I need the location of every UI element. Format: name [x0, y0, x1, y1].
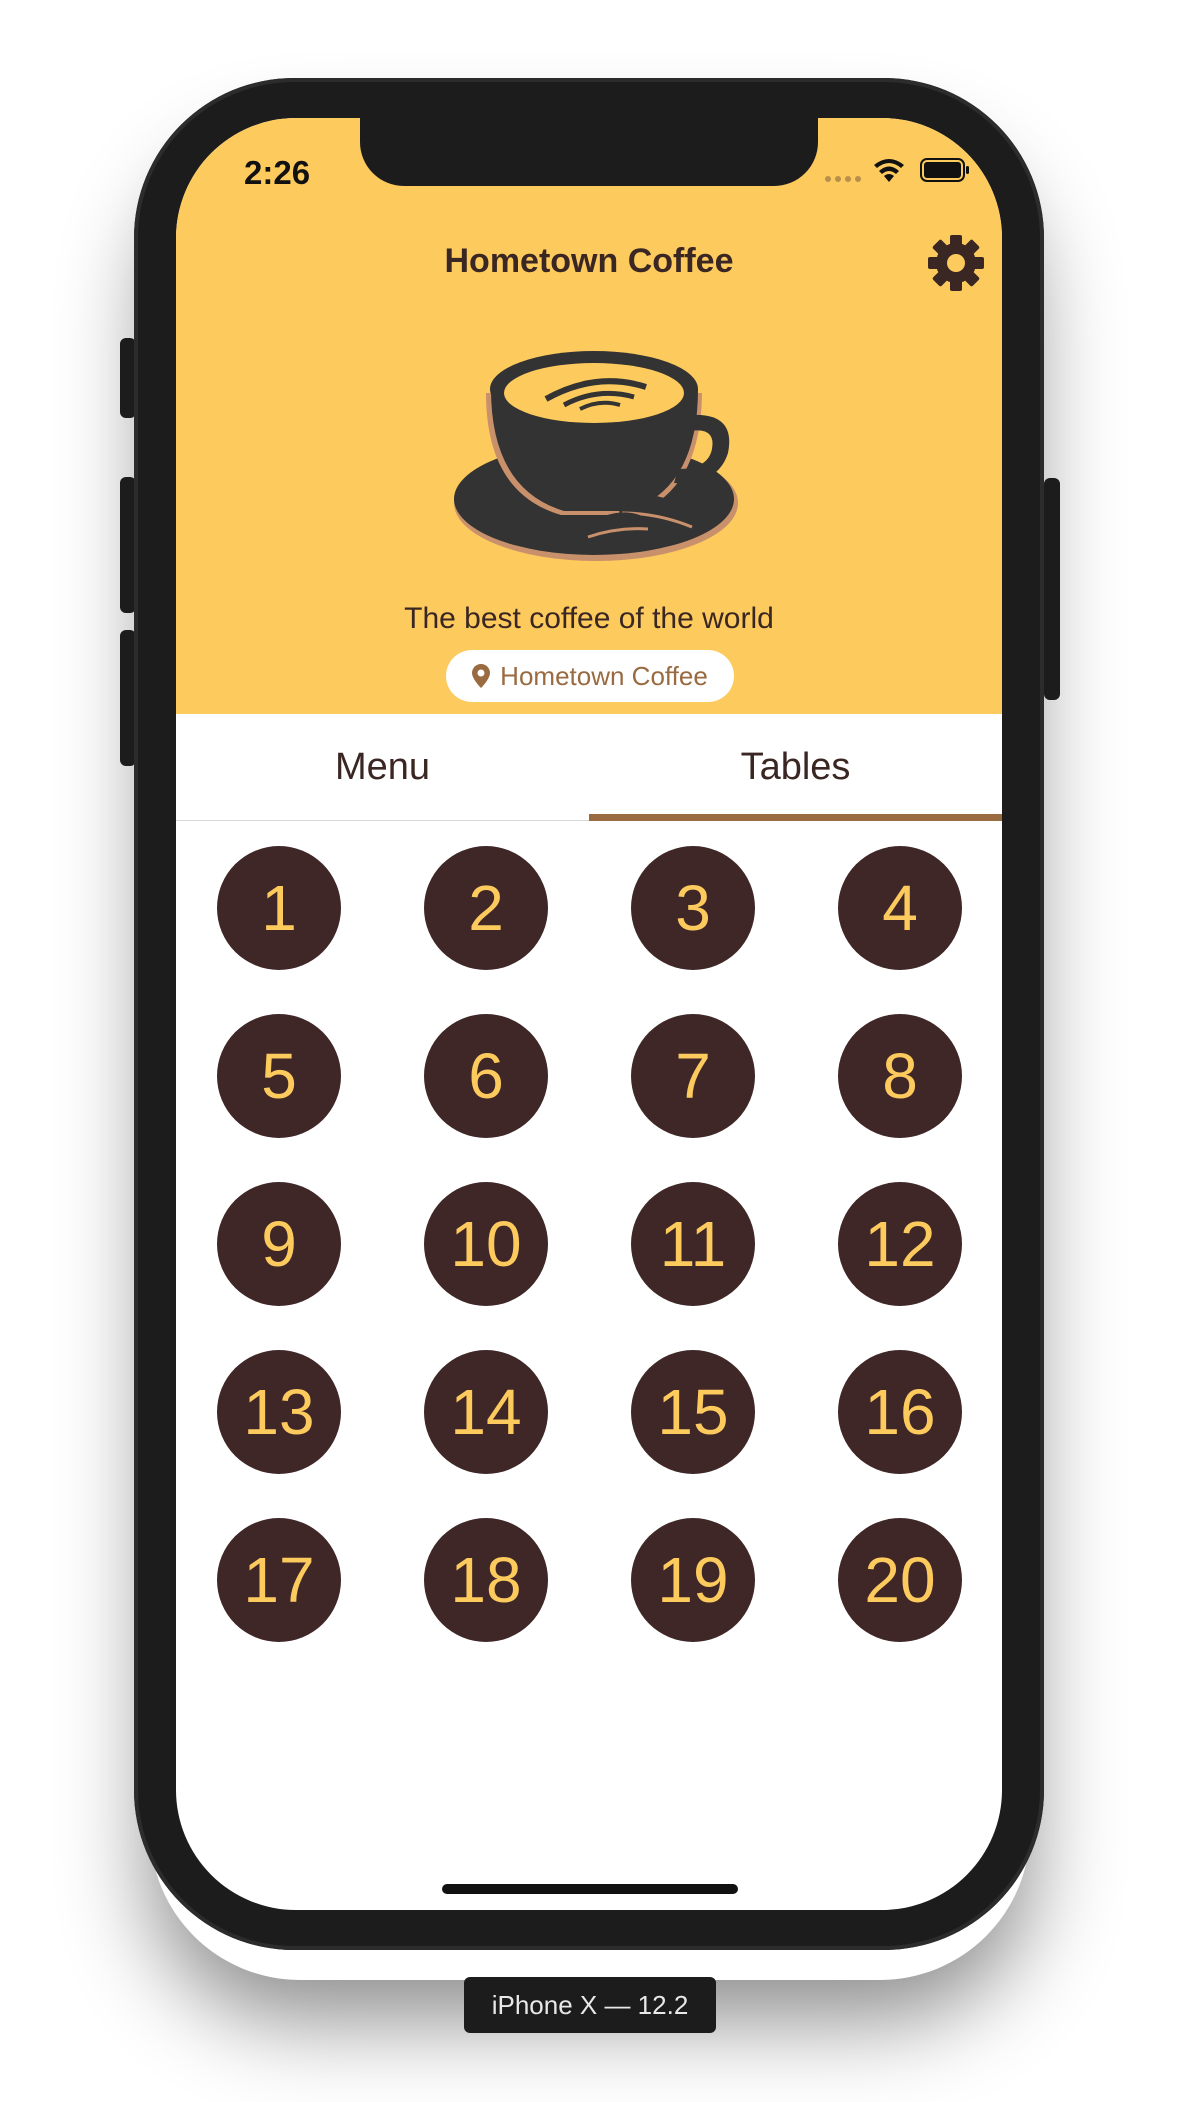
table-button[interactable]: 2: [424, 846, 548, 970]
app-title: Hometown Coffee: [444, 242, 734, 280]
table-button[interactable]: 9: [217, 1182, 341, 1306]
table-button[interactable]: 15: [631, 1350, 755, 1474]
table-button[interactable]: 17: [217, 1518, 341, 1642]
cellular-signal-icon: [825, 176, 861, 182]
app-screen: 2:26 Hometown Coffee The best coffee of …: [176, 118, 1002, 1910]
tab-tables[interactable]: Tables: [589, 714, 1002, 820]
table-button[interactable]: 18: [424, 1518, 548, 1642]
table-button[interactable]: 20: [838, 1518, 962, 1642]
device-label: iPhone X — 12.2: [464, 1977, 716, 2033]
tagline: The best coffee of the world: [404, 602, 774, 635]
table-button[interactable]: 16: [838, 1350, 962, 1474]
app-header: 2:26 Hometown Coffee The best coffee of …: [176, 118, 1002, 714]
coffee-cup-logo: [454, 351, 738, 561]
home-indicator: [442, 1884, 738, 1894]
battery-icon: [920, 158, 969, 182]
wifi-icon: [874, 159, 904, 182]
location-pin-icon: [472, 664, 491, 688]
table-button[interactable]: 10: [424, 1182, 548, 1306]
location-label: Hometown Coffee: [500, 660, 708, 691]
table-button[interactable]: 3: [631, 846, 755, 970]
status-time: 2:26: [244, 154, 311, 191]
tab-selected-indicator: [589, 814, 1002, 821]
table-button[interactable]: 12: [838, 1182, 962, 1306]
table-button[interactable]: 8: [838, 1014, 962, 1138]
notch: [360, 118, 818, 186]
tab-menu[interactable]: Menu: [176, 714, 589, 820]
gear-icon[interactable]: [926, 233, 986, 293]
table-button[interactable]: 6: [424, 1014, 548, 1138]
table-button[interactable]: 13: [217, 1350, 341, 1474]
table-button[interactable]: 7: [631, 1014, 755, 1138]
table-button[interactable]: 11: [631, 1182, 755, 1306]
table-button[interactable]: 4: [838, 846, 962, 970]
table-button[interactable]: 1: [217, 846, 341, 970]
power-button: [1044, 478, 1060, 700]
location-button[interactable]: Hometown Coffee: [446, 650, 734, 702]
table-button[interactable]: 5: [217, 1014, 341, 1138]
tab-bar: Menu Tables: [176, 714, 1002, 821]
table-button[interactable]: 19: [631, 1518, 755, 1642]
table-button[interactable]: 14: [424, 1350, 548, 1474]
